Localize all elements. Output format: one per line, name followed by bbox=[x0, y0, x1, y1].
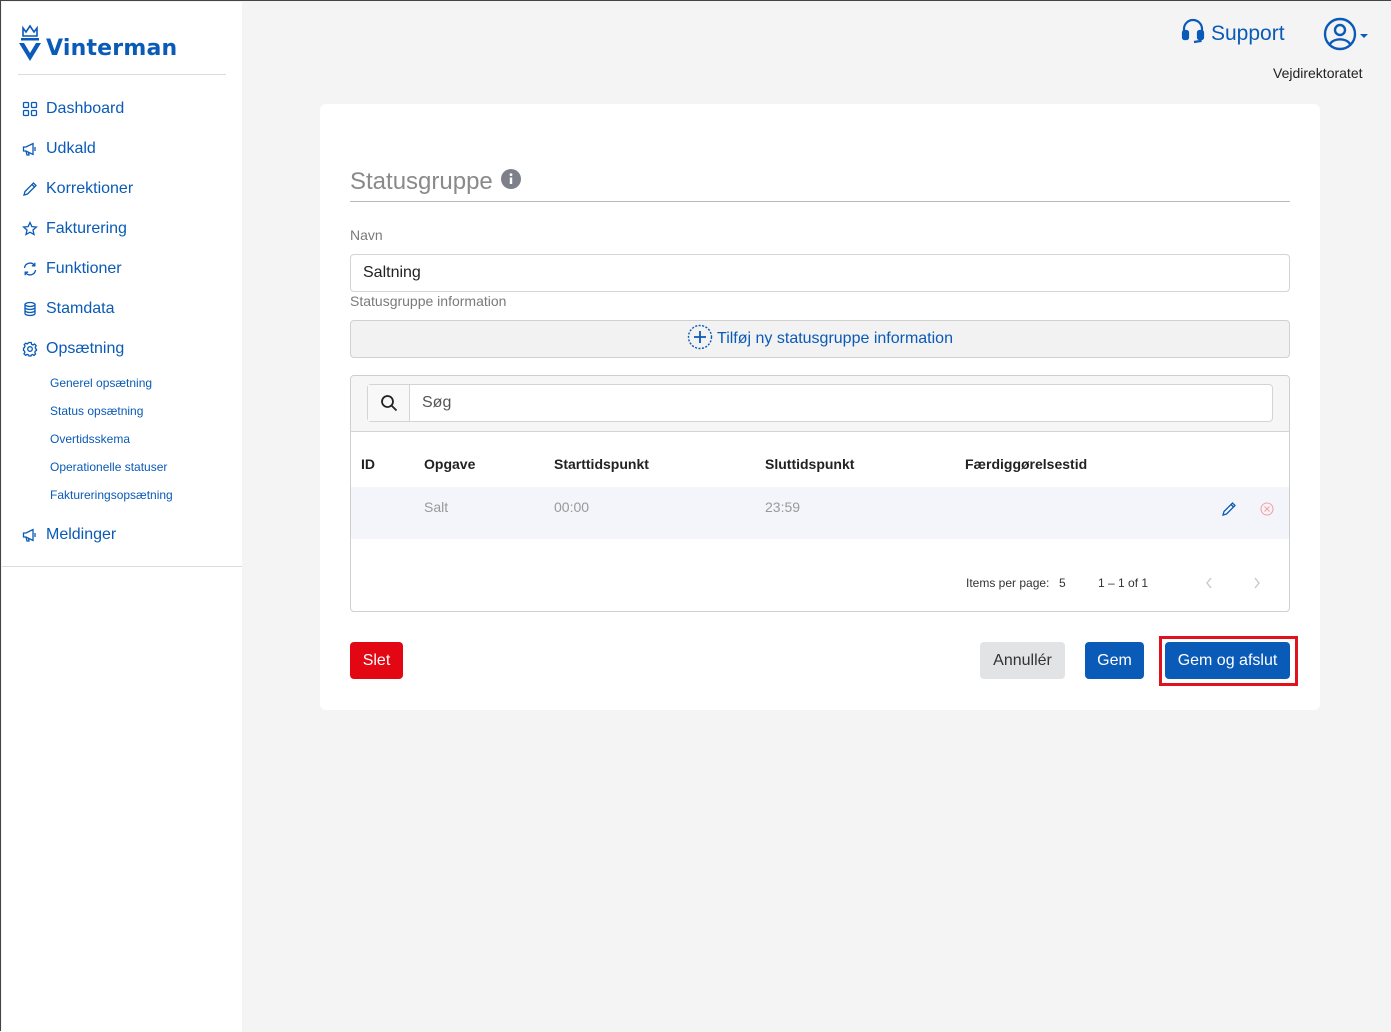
search-icon bbox=[380, 395, 397, 412]
sidebar-item-korrektioner[interactable]: Korrektioner bbox=[2, 169, 242, 209]
column-header-faerdiggoerelsestid[interactable]: Færdiggørelsestid bbox=[965, 456, 1087, 472]
statusgruppe-card: Statusgruppe Navn Saltning Statusgruppe … bbox=[320, 104, 1320, 710]
subitem-operationelle-statuser[interactable]: Operationelle statuser bbox=[2, 453, 242, 481]
title-divider bbox=[350, 201, 1290, 202]
sidebar-item-udkald[interactable]: Udkald bbox=[2, 129, 242, 169]
nav-menu: Dashboard Udkald Korrektioner Fakturerin… bbox=[2, 89, 242, 555]
opsaetning-submenu: Generel opsætning Status opsætning Overt… bbox=[2, 369, 242, 515]
delete-button[interactable]: Slet bbox=[350, 642, 403, 679]
cancel-button[interactable]: Annullér bbox=[980, 642, 1065, 679]
cell-opgave: Salt bbox=[424, 499, 449, 515]
megaphone-icon bbox=[22, 141, 38, 157]
info-label: Statusgruppe information bbox=[350, 293, 507, 309]
sidebar-item-funktioner[interactable]: Funktioner bbox=[2, 249, 242, 289]
user-menu[interactable] bbox=[1323, 17, 1369, 56]
name-label: Navn bbox=[350, 227, 383, 243]
info-table: Søg ID Opgave Starttidspunkt Sluttidspun… bbox=[350, 375, 1290, 612]
sidebar-item-label: Udkald bbox=[46, 140, 96, 157]
sidebar-item-meldinger[interactable]: Meldinger bbox=[2, 515, 242, 555]
column-header-sluttidspunkt[interactable]: Sluttidspunkt bbox=[765, 456, 854, 472]
refresh-icon bbox=[22, 261, 38, 277]
caret-down-icon bbox=[1359, 28, 1369, 46]
close-circle-icon bbox=[1260, 502, 1274, 516]
search-group: Søg bbox=[367, 384, 1273, 422]
column-header-id[interactable]: ID bbox=[361, 456, 375, 472]
grid-icon bbox=[22, 101, 38, 117]
sidebar-item-label: Dashboard bbox=[46, 100, 125, 117]
page-range: 1 – 1 of 1 bbox=[1098, 576, 1149, 590]
sidebar-item-label: Opsætning bbox=[46, 340, 125, 357]
crown-v-icon bbox=[19, 24, 41, 61]
sidebar-panel: Vinterman Dashboard Udkald Korrektioner … bbox=[2, 2, 242, 567]
column-header-opgave[interactable]: Opgave bbox=[424, 456, 475, 472]
delete-row-button[interactable] bbox=[1260, 502, 1274, 521]
table-row bbox=[351, 487, 1289, 539]
page-title-text: Statusgruppe bbox=[350, 168, 493, 195]
add-label: Tilføj ny statusgruppe information bbox=[717, 330, 953, 347]
items-per-page-select[interactable]: 5 bbox=[1059, 576, 1066, 590]
brand-name: Vinterman bbox=[46, 36, 178, 61]
support-label: Support bbox=[1211, 22, 1285, 45]
cell-start: 00:00 bbox=[554, 499, 590, 515]
plus-circle-icon bbox=[687, 324, 713, 355]
star-icon bbox=[22, 221, 38, 237]
save-button[interactable]: Gem bbox=[1085, 642, 1144, 679]
sidebar-item-fakturering[interactable]: Fakturering bbox=[2, 209, 242, 249]
gear-icon bbox=[22, 341, 38, 357]
sidebar-item-label: Stamdata bbox=[46, 300, 115, 317]
sidebar-item-label: Korrektioner bbox=[46, 180, 134, 197]
name-field[interactable]: Saltning bbox=[350, 254, 1290, 292]
sidebar-item-label: Fakturering bbox=[46, 220, 127, 237]
support-link[interactable]: Support bbox=[1181, 18, 1285, 50]
table-search-bar: Søg bbox=[351, 376, 1289, 432]
search-button[interactable] bbox=[368, 385, 410, 421]
next-page-button[interactable] bbox=[1252, 576, 1262, 595]
headset-icon bbox=[1181, 18, 1205, 50]
chevron-left-icon bbox=[1206, 577, 1212, 589]
logo[interactable]: Vinterman bbox=[18, 18, 228, 62]
name-field-value: Saltning bbox=[363, 264, 421, 281]
search-input[interactable]: Søg bbox=[410, 385, 1272, 421]
prev-page-button[interactable] bbox=[1204, 576, 1214, 595]
sidebar-item-dashboard[interactable]: Dashboard bbox=[2, 89, 242, 129]
sidebar: Vinterman Dashboard Udkald Korrektioner … bbox=[2, 2, 242, 1032]
save-and-close-button[interactable]: Gem og afslut bbox=[1165, 642, 1290, 679]
subitem-generel-opsaetning[interactable]: Generel opsætning bbox=[2, 369, 242, 397]
chevron-right-icon bbox=[1254, 577, 1260, 589]
sidebar-item-stamdata[interactable]: Stamdata bbox=[2, 289, 242, 329]
divider bbox=[18, 74, 226, 75]
app-window: Vinterman Dashboard Udkald Korrektioner … bbox=[0, 0, 1391, 1032]
items-per-page-label: Items per page: bbox=[966, 576, 1050, 590]
megaphone-icon bbox=[22, 527, 38, 543]
add-statusgruppe-info-button[interactable]: Tilføj ny statusgruppe information bbox=[350, 320, 1290, 358]
user-avatar-icon bbox=[1323, 17, 1357, 56]
page-title: Statusgruppe bbox=[350, 168, 521, 196]
database-icon bbox=[22, 301, 38, 317]
edit-row-button[interactable] bbox=[1221, 501, 1237, 522]
cell-slut: 23:59 bbox=[765, 499, 801, 515]
sidebar-item-label: Funktioner bbox=[46, 260, 122, 277]
column-header-starttidspunkt[interactable]: Starttidspunkt bbox=[554, 456, 649, 472]
subitem-status-opsaetning[interactable]: Status opsætning bbox=[2, 397, 242, 425]
info-icon[interactable] bbox=[500, 168, 521, 196]
pencil-icon bbox=[22, 181, 38, 197]
organization-name: Vejdirektoratet bbox=[1273, 65, 1363, 81]
subitem-faktureringsopsaetning[interactable]: Faktureringsopsætning bbox=[2, 481, 242, 509]
pencil-icon bbox=[1222, 502, 1236, 516]
subitem-overtidsskema[interactable]: Overtidsskema bbox=[2, 425, 242, 453]
sidebar-item-label: Meldinger bbox=[46, 526, 117, 543]
sidebar-item-opsaetning[interactable]: Opsætning bbox=[2, 329, 242, 369]
